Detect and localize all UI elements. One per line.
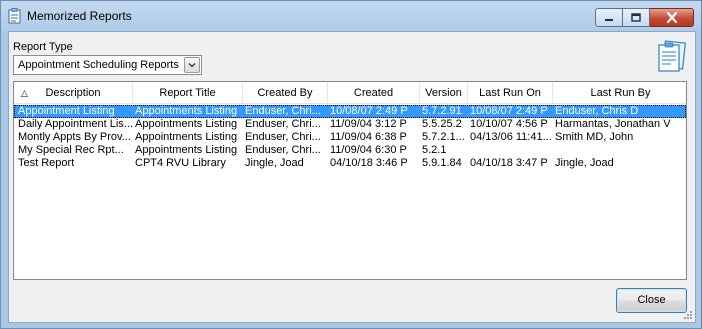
cell-last-run-on: 04/10/18 3:47 P — [470, 157, 548, 169]
list-header: △ Description Report Title Created By Cr… — [14, 82, 686, 104]
cell-last-run-on: 10/08/07 2:49 P — [470, 105, 548, 117]
cell-report-title: Appointments Listing — [135, 105, 238, 117]
column-header-label: Report Title — [159, 87, 216, 99]
cell-version: 5.9.1.84 — [422, 157, 462, 169]
column-header-created[interactable]: Created — [328, 82, 420, 104]
column-header-label: Created — [353, 87, 394, 99]
column-header-label: Description — [45, 87, 101, 99]
memorized-report-icon — [658, 40, 686, 72]
cell-description: Appointment Listing — [18, 105, 115, 117]
sort-ascending-icon: △ — [21, 88, 28, 98]
column-header-report-title[interactable]: Report Title — [133, 82, 243, 104]
clipboard-icon — [8, 8, 21, 24]
cell-created: 11/09/04 6:38 P — [330, 131, 407, 143]
close-icon — [666, 12, 677, 23]
cell-description: Test Report — [18, 157, 75, 169]
minimize-button[interactable] — [595, 8, 623, 27]
close-button[interactable]: Close — [616, 288, 687, 313]
chevron-down-icon — [188, 63, 196, 68]
dialog-body: Report Type Appointment Scheduling Repor… — [8, 31, 696, 323]
report-type-dropdown[interactable]: Appointment Scheduling Reports — [13, 55, 202, 75]
cell-created-by: Jingle, Joad — [245, 157, 304, 169]
column-header-version[interactable]: Version — [420, 82, 468, 104]
cell-version: 5.5.25.2 — [422, 118, 462, 130]
cell-created-by: Enduser, Chri... — [245, 131, 321, 143]
reports-list[interactable]: △ Description Report Title Created By Cr… — [13, 81, 687, 280]
cell-created-by: Enduser, Chri... — [245, 144, 321, 156]
cell-created: 10/08/07 2:49 P — [330, 105, 408, 117]
cell-report-title: CPT4 RVU Library — [135, 157, 226, 169]
close-window-button[interactable] — [650, 8, 694, 27]
maximize-icon — [631, 13, 641, 22]
column-header-label: Created By — [257, 87, 313, 99]
cell-report-title: Appointments Listing — [135, 118, 238, 130]
dropdown-button[interactable] — [184, 57, 200, 73]
cell-last-run-by: Enduser, Chris D — [555, 105, 639, 117]
column-header-label: Last Run On — [479, 87, 541, 99]
column-header-last-run-by[interactable]: Last Run By — [553, 82, 686, 104]
cell-report-title: Appointments Listing — [135, 131, 238, 143]
maximize-button[interactable] — [623, 8, 650, 27]
cell-last-run-on: 04/13/06 11:41... — [470, 131, 552, 143]
title-bar[interactable]: Memorized Reports — [1, 1, 701, 31]
cell-last-run-by: Smith MD, John — [555, 131, 634, 143]
memorized-reports-window: Memorized Reports Report Type Appointmen… — [0, 0, 702, 329]
cell-last-run-by: Harmantas, Jonathan V — [555, 118, 671, 130]
cell-last-run-by — [555, 144, 686, 157]
cell-description: Montly Appts By Prov... — [18, 131, 131, 143]
table-row[interactable]: My Special Rec Rpt... Appointments Listi… — [14, 144, 686, 157]
column-header-created-by[interactable]: Created By — [243, 82, 328, 104]
cell-version: 5.7.2.91 — [422, 105, 462, 117]
cell-last-run-by: Jingle, Joad — [555, 157, 614, 169]
cell-created: 11/09/04 6:30 P — [330, 144, 407, 156]
cell-created: 11/09/04 3:12 P — [330, 118, 407, 130]
table-row[interactable]: Daily Appointment Lis... Appointments Li… — [14, 118, 686, 131]
cell-description: My Special Rec Rpt... — [18, 144, 124, 156]
column-header-last-run-on[interactable]: Last Run On — [468, 82, 553, 104]
window-title: Memorized Reports — [27, 9, 132, 23]
table-row[interactable]: Montly Appts By Prov... Appointments Lis… — [14, 131, 686, 144]
column-header-label: Version — [425, 87, 462, 99]
cell-report-title: Appointments Listing — [135, 144, 238, 156]
cell-description: Daily Appointment Lis... — [18, 118, 132, 130]
cell-created-by: Enduser, Chri... — [245, 105, 321, 117]
cell-last-run-on: 10/10/07 4:56 P — [470, 118, 548, 130]
table-row[interactable]: Test Report CPT4 RVU Library Jingle, Joa… — [14, 157, 686, 170]
cell-last-run-on — [470, 144, 552, 157]
table-row[interactable]: Appointment Listing Appointments Listing… — [14, 105, 686, 118]
resize-grip-icon[interactable] — [683, 310, 693, 320]
cell-version: 5.7.2.1... — [422, 131, 465, 143]
cell-created-by: Enduser, Chri... — [245, 118, 321, 130]
report-type-selected-value: Appointment Scheduling Reports — [18, 59, 179, 71]
column-header-label: Last Run By — [590, 87, 651, 99]
cell-version: 5.2.1 — [422, 144, 447, 156]
report-type-label: Report Type — [13, 41, 73, 53]
cell-created: 04/10/18 3:46 P — [330, 157, 408, 169]
column-header-description[interactable]: △ Description — [14, 82, 133, 104]
minimize-icon — [605, 18, 613, 21]
